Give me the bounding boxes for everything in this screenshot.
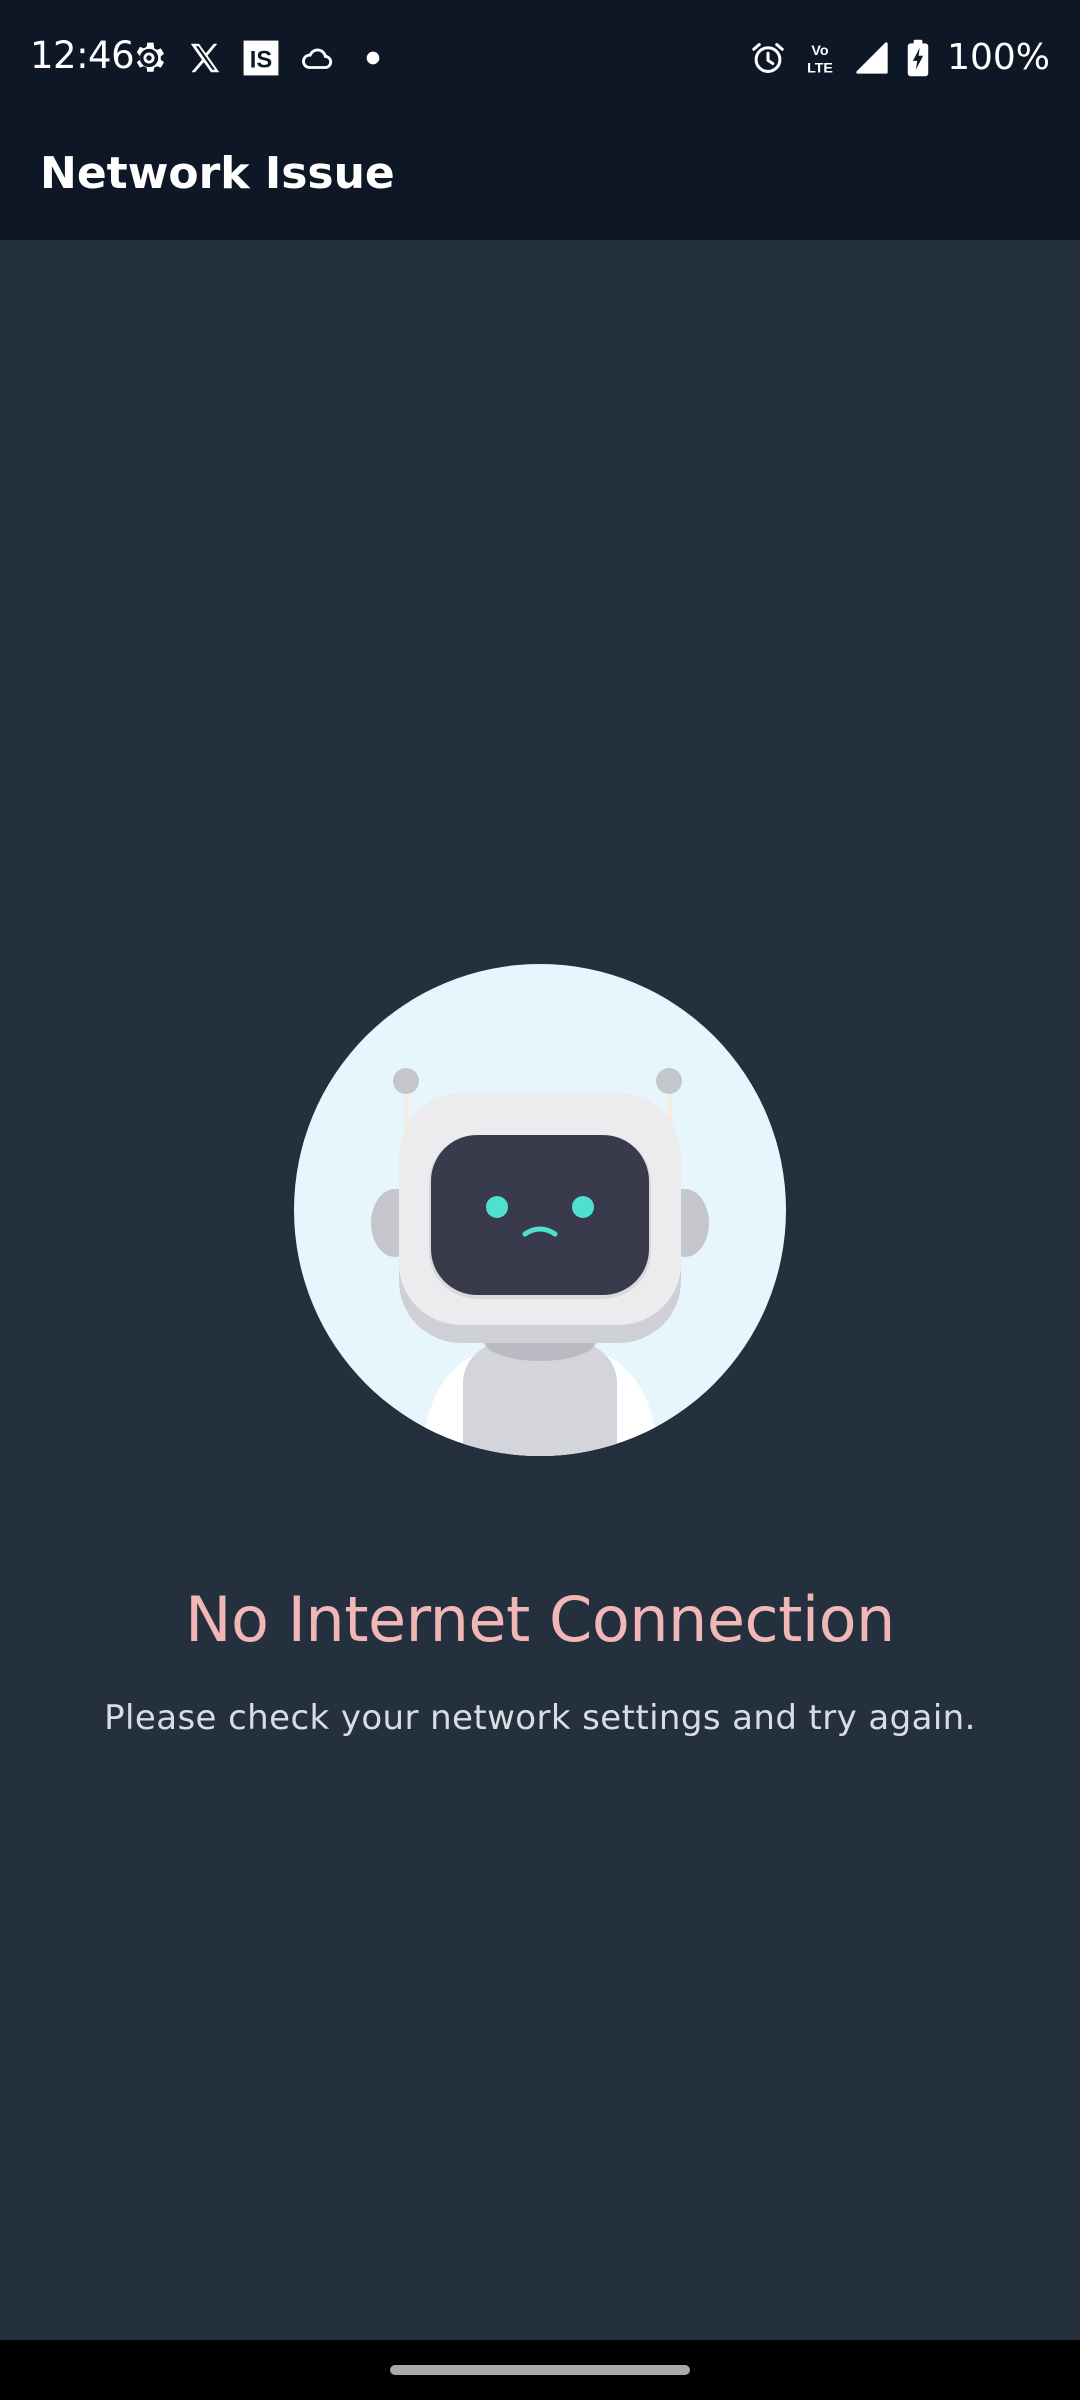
battery-charging-icon <box>905 39 931 77</box>
svg-text:Vo: Vo <box>812 43 829 59</box>
svg-text:IS: IS <box>250 47 272 74</box>
battery-percentage: 100% <box>947 37 1050 78</box>
no-connection-heading: No Internet Connection <box>185 1583 895 1656</box>
network-issue-screen: 12:46 IS Vo LTE 100% Network Issue No In… <box>0 0 1080 2400</box>
no-connection-description: Please check your network settings and t… <box>104 1698 976 1738</box>
status-time: 12:46 <box>30 34 135 77</box>
home-gesture-handle[interactable] <box>390 2365 690 2375</box>
app-bar: Network Issue <box>0 116 1080 240</box>
status-right-icons: Vo LTE 100% <box>749 34 1050 82</box>
navigation-bar <box>0 2340 1080 2400</box>
sad-robot-illustration <box>293 963 787 1457</box>
is-app-icon: IS <box>242 39 280 77</box>
settings-gear-icon <box>130 39 168 77</box>
x-app-icon <box>186 39 224 77</box>
status-bar: 12:46 IS Vo LTE 100% <box>0 0 1080 116</box>
signal-icon <box>853 39 891 77</box>
sad-robot-icon <box>294 964 786 1456</box>
alarm-icon <box>749 39 787 77</box>
volte-icon: Vo LTE <box>801 39 839 77</box>
notification-dot-icon <box>354 39 392 77</box>
page-title: Network Issue <box>40 148 395 199</box>
weather-cloud-icon <box>298 39 336 77</box>
status-left-icons: IS <box>130 36 392 80</box>
svg-text:LTE: LTE <box>807 60 833 76</box>
